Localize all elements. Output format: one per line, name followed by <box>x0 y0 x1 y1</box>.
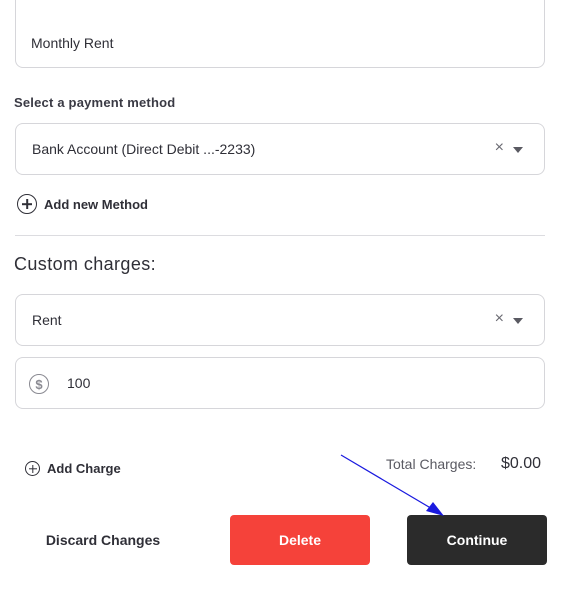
close-icon[interactable]: × <box>495 139 504 157</box>
payment-method-select[interactable]: Bank Account (Direct Debit ...-2233) × <box>15 123 545 175</box>
continue-button[interactable]: Continue <box>407 515 547 565</box>
plus-circle-icon <box>25 461 40 476</box>
delete-button[interactable]: Delete <box>230 515 370 565</box>
charge-description-field[interactable]: Monthly Rent <box>15 0 545 68</box>
total-charges-value: $0.00 <box>501 455 542 472</box>
dollar-circle-icon: $ <box>29 374 49 394</box>
charge-type-select[interactable]: Rent × <box>15 294 545 346</box>
charge-description-value: Monthly Rent <box>31 35 114 51</box>
add-charge-label: Add Charge <box>47 461 121 476</box>
add-charge-button[interactable]: Add Charge <box>25 461 121 476</box>
discard-changes-button[interactable]: Discard Changes <box>30 515 176 565</box>
charge-amount-value: 100 <box>67 375 91 391</box>
total-charges-label: Total Charges: <box>386 456 477 472</box>
payment-method-label: Select a payment method <box>14 95 176 110</box>
chevron-down-icon[interactable] <box>513 147 523 153</box>
custom-charges-title: Custom charges: <box>14 254 157 274</box>
chevron-down-icon[interactable] <box>513 318 523 324</box>
plus-circle-icon <box>17 194 37 214</box>
add-new-method-button[interactable]: Add new Method <box>17 194 148 214</box>
add-new-method-label: Add new Method <box>44 196 148 212</box>
close-icon[interactable]: × <box>495 310 504 328</box>
charge-type-value: Rent <box>32 312 62 328</box>
charge-amount-field[interactable]: $ 100 <box>15 357 545 409</box>
payment-method-value: Bank Account (Direct Debit ...-2233) <box>32 141 256 157</box>
section-divider <box>15 235 545 236</box>
